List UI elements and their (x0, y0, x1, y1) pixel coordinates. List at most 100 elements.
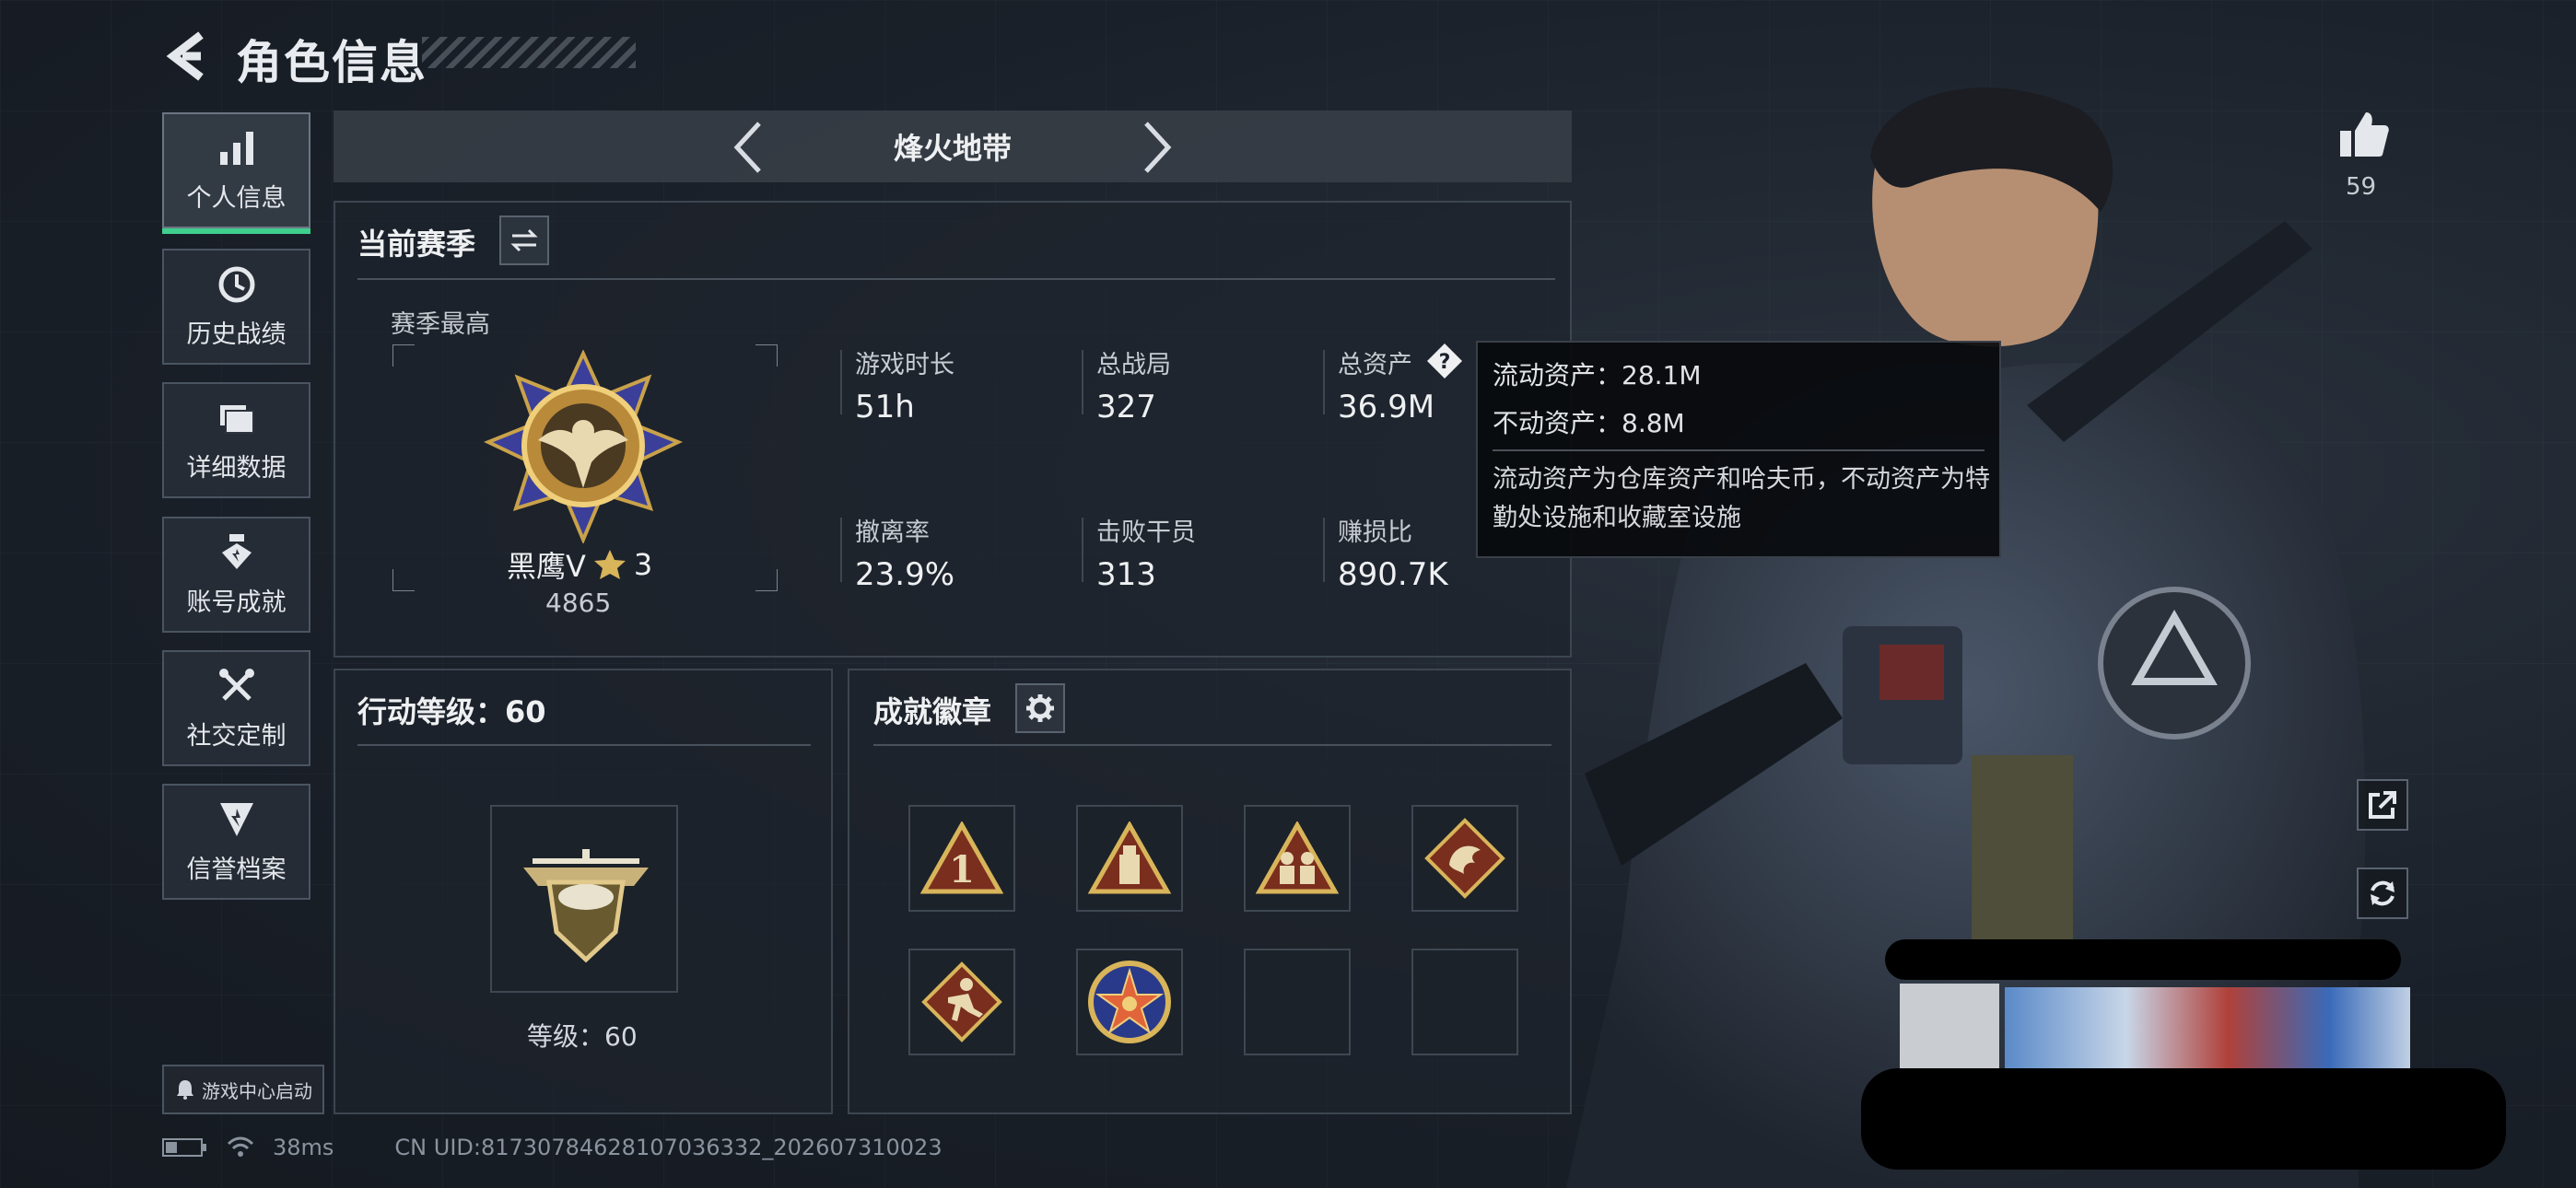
stat-value: 327 (1096, 389, 1156, 425)
level-emblem-frame (490, 805, 678, 993)
svg-text:?: ? (1439, 351, 1451, 374)
tooltip-liquid: 流动资产：28.1M (1493, 360, 1702, 390)
stat-label: 游戏时长 (855, 351, 954, 379)
asset-tooltip: 流动资产：28.1M 不动资产：8.8M 流动资产为仓库资产和哈夫币，不动资产为… (1476, 341, 2001, 558)
wifi-icon (227, 1136, 254, 1157)
folder-icon (219, 404, 254, 434)
divider (1323, 518, 1325, 582)
name-card-banner (2005, 987, 2410, 1070)
sidebar-item-label: 详细数据 (186, 453, 287, 483)
page-title: 角色信息 (236, 36, 427, 89)
badge-slot[interactable] (1076, 949, 1183, 1055)
divider (1493, 449, 1985, 451)
back-arrow-icon[interactable] (164, 29, 208, 83)
stat-value: 36.9M (1338, 389, 1435, 425)
bell-icon (177, 1080, 193, 1100)
bar-chart-icon (219, 131, 253, 165)
badge-slot[interactable] (1411, 805, 1518, 912)
badges-title: 成就徽章 (873, 694, 992, 729)
shield-icon (219, 802, 253, 836)
season-switch-button[interactable] (499, 215, 549, 265)
launch-label: 游戏中心启动 (202, 1079, 312, 1102)
season-title: 当前赛季 (357, 227, 476, 262)
divider (1082, 350, 1083, 414)
thumbs-up-icon[interactable] (2338, 109, 2390, 160)
stat-value: 51h (855, 389, 915, 425)
sidebar-item-personal-info[interactable]: 个人信息 (162, 112, 310, 234)
divider (840, 350, 842, 414)
uid-text: CN UID:8173078462810703633‌2_20260731002… (394, 1135, 943, 1160)
badge-dragon-icon (1424, 818, 1505, 899)
divider (1323, 350, 1325, 414)
badge-slot[interactable] (908, 949, 1015, 1055)
chevron-right-icon[interactable] (1139, 118, 1176, 177)
badge-rank-one-icon: 1 (920, 821, 1003, 894)
stat-label: 总战局 (1096, 351, 1171, 379)
help-icon[interactable]: ? (1426, 343, 1463, 379)
battery-icon (162, 1138, 206, 1157)
divider (357, 278, 1555, 280)
badges-settings-button[interactable] (1015, 683, 1065, 733)
badge-slot[interactable]: 1 (908, 805, 1015, 912)
stat-label: 赚损比 (1338, 518, 1412, 547)
tools-icon (218, 668, 254, 701)
badge-squad-icon (1256, 821, 1339, 894)
season-best-label: 赛季最高 (391, 310, 490, 339)
stat-value: 890.7K (1338, 556, 1448, 593)
sidebar-item-label: 信誉档案 (186, 855, 287, 884)
tooltip-fixed: 不动资产：8.8M (1493, 408, 1685, 438)
sidebar-item-history[interactable]: 历史战绩 (162, 249, 310, 365)
ping-value: 38ms (273, 1135, 334, 1160)
status-bar: 38ms CN UID:8173078462810703633‌2_202607… (162, 1135, 943, 1160)
sidebar-item-label: 社交定制 (186, 721, 287, 751)
avatar (1900, 984, 1999, 1070)
divider (1082, 518, 1083, 582)
divider (357, 744, 811, 746)
badge-runner-icon (921, 961, 1002, 1042)
like-count: 59 (2346, 173, 2377, 201)
badge-slot-empty[interactable] (1244, 949, 1351, 1055)
sidebar-item-label: 个人信息 (186, 183, 287, 213)
rank-emblem (484, 350, 683, 543)
stat-label: 总资产 (1338, 351, 1412, 379)
rank-name-row: 黑鹰Ⅴ 3 (507, 543, 652, 586)
sidebar-item-social[interactable]: 社交定制 (162, 650, 310, 766)
badge-slot[interactable] (1244, 805, 1351, 912)
game-center-launch-button[interactable]: 游戏中心启动 (162, 1065, 324, 1114)
sidebar-item-label: 账号成就 (186, 588, 287, 617)
level-emblem (523, 849, 649, 963)
svg-text:1: 1 (949, 848, 975, 891)
refresh-icon (2371, 880, 2395, 906)
sidebar-item-label: 历史战绩 (186, 320, 287, 349)
level-label: 等级：60 (527, 1021, 638, 1052)
badge-slot[interactable] (1076, 805, 1183, 912)
star-icon (593, 550, 626, 579)
gear-icon (1026, 694, 1054, 722)
action-level-title: 行动等级：60 (357, 694, 546, 729)
sidebar-item-detailed-data[interactable]: 详细数据 (162, 382, 310, 498)
share-icon (2369, 791, 2396, 819)
mode-label: 烽火地带 (893, 131, 1012, 166)
title-decoration (422, 37, 636, 68)
divider (873, 744, 1551, 746)
rank-name: 黑鹰Ⅴ (507, 549, 586, 584)
redaction-bar (1885, 939, 2401, 980)
medal-icon (221, 533, 252, 569)
swap-icon (510, 228, 538, 252)
stat-value: 313 (1096, 556, 1156, 593)
history-clock-icon (218, 266, 254, 302)
rotate-button[interactable] (2357, 868, 2408, 919)
stat-label: 击败干员 (1096, 518, 1196, 547)
divider (840, 518, 842, 582)
stat-label: 撤离率 (855, 518, 930, 547)
badge-slot-empty[interactable] (1411, 949, 1518, 1055)
redaction-bar (1861, 1068, 2506, 1170)
tooltip-description: 流动资产为仓库资产和哈夫币，不动资产为特勤处设施和收藏室设施 (1493, 465, 1990, 532)
badge-star-compass-icon (1088, 961, 1171, 1043)
sidebar-item-achievements[interactable]: 账号成就 (162, 517, 310, 633)
rank-stars: 3 (633, 547, 653, 582)
rank-points: 4865 (545, 588, 612, 618)
share-button[interactable] (2357, 779, 2408, 831)
badge-tower-icon (1088, 821, 1171, 894)
sidebar-item-credit[interactable]: 信誉档案 (162, 784, 310, 900)
